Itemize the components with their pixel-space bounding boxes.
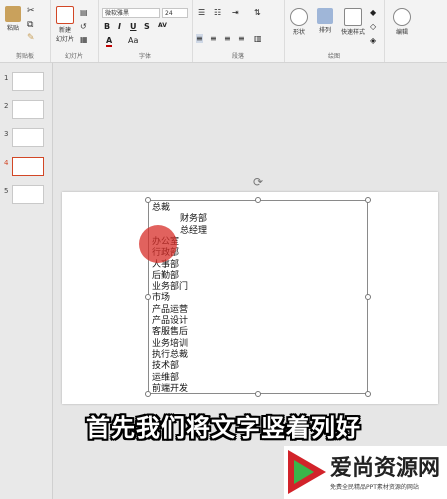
resize-handle[interactable] [365,294,371,300]
new-slide-icon [56,6,74,24]
align-right-icon[interactable]: ≡ [224,34,231,43]
cut-icon[interactable]: ✂ [27,6,35,16]
text-line[interactable]: 总裁 [152,203,170,214]
slide-thumbnail[interactable] [12,72,44,91]
quick-styles-label: 快速样式 [340,29,365,36]
italic-button[interactable]: I [118,22,121,31]
drawing-group: 形状 排列 快速样式 ◆ ◇ ◈ 绘图 [284,0,385,62]
search-icon [393,8,411,26]
watermark-title: 爱尚资源网 [330,455,441,481]
text-line[interactable]: 财务部 [180,214,207,225]
font-size-field[interactable]: 24 [162,8,188,18]
slide-thumbnail[interactable] [12,157,44,176]
rotate-handle-icon[interactable]: ⟳ [253,175,263,189]
text-line[interactable]: 市场 [152,293,170,304]
clear-format-icon[interactable]: Aa [128,36,138,45]
resize-handle[interactable] [255,391,261,397]
editing-group: 编辑 [384,0,447,62]
strikethrough-button[interactable]: S [144,22,150,31]
resize-handle[interactable] [145,391,151,397]
shape-fill-icon[interactable]: ◆ [370,8,376,17]
shape-outline-icon[interactable]: ◇ [370,22,376,31]
slide-thumbnail[interactable] [12,185,44,204]
text-line[interactable]: 业务部门 [152,282,188,293]
quick-styles-icon [344,8,362,26]
watermark: 爱尚资源网 免费全民精品PPT素材资源的网站 [284,446,447,499]
shapes-label: 形状 [292,29,305,36]
slide-thumbnail-number: 2 [4,102,9,110]
text-direction-icon[interactable]: ⇅ [254,8,261,17]
text-line[interactable]: 产品运营 [152,305,188,316]
resize-handle[interactable] [145,294,151,300]
edit-label: 编辑 [395,29,408,36]
text-line[interactable]: 产品设计 [152,316,188,327]
paste-label: 粘贴 [6,25,19,32]
text-line[interactable]: 业务培训 [152,339,188,350]
slide-thumbnail-number: 3 [4,130,9,138]
watermark-subtitle: 免费全民精品PPT素材资源的网站 [330,484,419,491]
resize-handle[interactable] [365,391,371,397]
ribbon: 粘贴 ✂ ⧉ ✎ 剪贴板 新建 幻灯片 ▤ ↺ ▦ 幻灯片 微软雅黑 24 B … [0,0,447,63]
text-line[interactable]: 技术部 [152,361,179,372]
bullets-icon[interactable]: ☰ [198,8,205,17]
clipboard-group: 粘贴 ✂ ⧉ ✎ 剪贴板 [0,0,51,62]
numbering-icon[interactable]: ☷ [214,8,221,17]
quick-styles-button[interactable]: 快速样式 [338,8,368,36]
slides-group-label: 幻灯片 [64,53,83,60]
text-line[interactable]: 总经理 [180,226,207,237]
align-center-icon[interactable]: ≡ [210,34,217,43]
underline-button[interactable]: U [130,22,137,31]
reset-icon[interactable]: ↺ [80,22,87,31]
indent-icon[interactable]: ⇥ [232,8,239,17]
text-line[interactable]: 运维部 [152,373,179,384]
font-group: 微软雅黑 24 B I U S AV A Aa 字体 [98,0,193,62]
arrange-button[interactable]: 排列 [314,8,336,34]
text-line[interactable]: 客服售后 [152,327,188,338]
watermark-logo-accent-icon [294,460,314,484]
new-slide-label: 新建 幻灯片 [55,27,74,43]
shapes-icon [290,8,308,26]
slide-thumbnail-number: 4 [4,159,9,167]
slide-thumbnail[interactable] [12,128,44,147]
slide-thumbnail-number: 1 [4,74,9,82]
edit-button[interactable]: 编辑 [392,8,412,36]
section-icon[interactable]: ▦ [80,35,88,44]
slide-thumbnail[interactable] [12,100,44,119]
font-name-field[interactable]: 微软雅黑 [102,8,160,18]
resize-handle[interactable] [365,197,371,203]
shape-effects-icon[interactable]: ◈ [370,36,376,45]
clipboard-group-label: 剪贴板 [15,53,34,60]
resize-handle[interactable] [255,197,261,203]
text-line[interactable]: 执行总裁 [152,350,188,361]
bold-button[interactable]: B [104,22,110,31]
format-painter-icon[interactable]: ✎ [27,33,35,43]
video-caption: 首先我们将文字竖着列好 [86,414,361,442]
font-color-button[interactable]: A [106,36,113,47]
font-group-label: 字体 [138,53,151,60]
align-left-icon[interactable]: ≡ [196,34,203,43]
resize-handle[interactable] [145,197,151,203]
arrange-label: 排列 [318,27,331,34]
character-spacing-button[interactable]: AV [158,22,167,29]
paste-button[interactable]: 粘贴 [3,6,23,32]
columns-icon[interactable]: ▥ [254,34,262,43]
paragraph-group-label: 段落 [231,53,244,60]
justify-icon[interactable]: ≡ [238,34,245,43]
shapes-button[interactable]: 形状 [288,8,310,36]
text-line[interactable]: 后勤部 [152,271,179,282]
layout-icon[interactable]: ▤ [80,8,88,17]
slides-group: 新建 幻灯片 ▤ ↺ ▦ 幻灯片 [50,0,99,62]
new-slide-button[interactable]: 新建 幻灯片 [54,6,76,43]
arrange-icon [317,8,333,24]
slide-thumbnail-number: 5 [4,187,9,195]
mouse-cursor-highlight [139,225,177,263]
paragraph-group: ☰ ☷ ⇥ ⇅ ≡ ≡ ≡ ≡ ▥ 段落 [192,0,285,62]
text-line[interactable]: 前端开发 [152,384,188,395]
drawing-group-label: 绘图 [327,53,340,60]
paste-icon [5,6,21,22]
copy-icon[interactable]: ⧉ [27,20,33,30]
